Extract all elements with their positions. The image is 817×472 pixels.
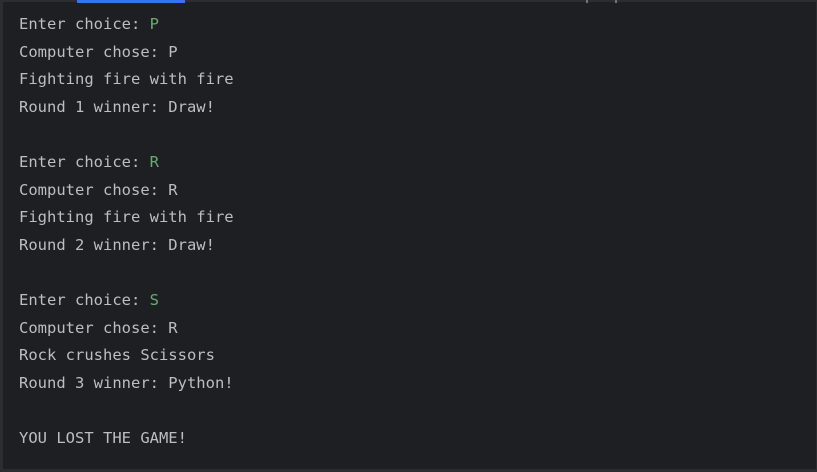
output-text: Fighting fire with fire [19, 70, 234, 89]
console-line: Computer chose: R [19, 315, 234, 343]
console-line: Computer chose: P [19, 39, 234, 67]
prompt-text: Enter choice: [19, 290, 150, 309]
console-line: YOU LOST THE GAME! [19, 425, 234, 453]
output-text: Computer chose: R [19, 318, 178, 337]
output-text: Round 3 winner: Python! [19, 373, 234, 392]
output-text: Computer chose: P [19, 42, 178, 61]
console-line: Round 3 winner: Python! [19, 370, 234, 398]
output-text: Round 2 winner: Draw! [19, 235, 215, 254]
console-line: Enter choice: S [19, 287, 234, 315]
output-text: Rock crushes Scissors [19, 346, 215, 365]
game-result-text: YOU LOST THE GAME! [19, 428, 187, 447]
console-line: Rock crushes Scissors [19, 342, 234, 370]
output-text: Round 1 winner: Draw! [19, 97, 215, 116]
console-line: Fighting fire with fire [19, 204, 234, 232]
console-line: Computer chose: R [19, 177, 234, 205]
run-console-output[interactable]: Enter choice: P Computer chose: P Fighti… [0, 0, 817, 472]
toolbar-separator [586, 0, 588, 3]
user-input: S [149, 290, 159, 309]
output-text: Fighting fire with fire [19, 208, 234, 227]
active-tab-indicator [77, 0, 185, 3]
prompt-text: Enter choice: [19, 152, 150, 171]
toolbar-separator [615, 0, 617, 3]
console-line: Fighting fire with fire [19, 66, 234, 94]
console-line: Enter choice: P [19, 11, 234, 39]
user-input: R [149, 152, 159, 171]
console-lines: Enter choice: P Computer chose: P Fighti… [19, 11, 234, 453]
console-line: Round 1 winner: Draw! [19, 94, 234, 122]
user-input: P [149, 15, 159, 33]
output-text: Computer chose: R [19, 180, 178, 199]
console-line: Enter choice: R [19, 149, 234, 177]
console-line: Round 2 winner: Draw! [19, 232, 234, 260]
prompt-text: Enter choice: [19, 15, 150, 33]
